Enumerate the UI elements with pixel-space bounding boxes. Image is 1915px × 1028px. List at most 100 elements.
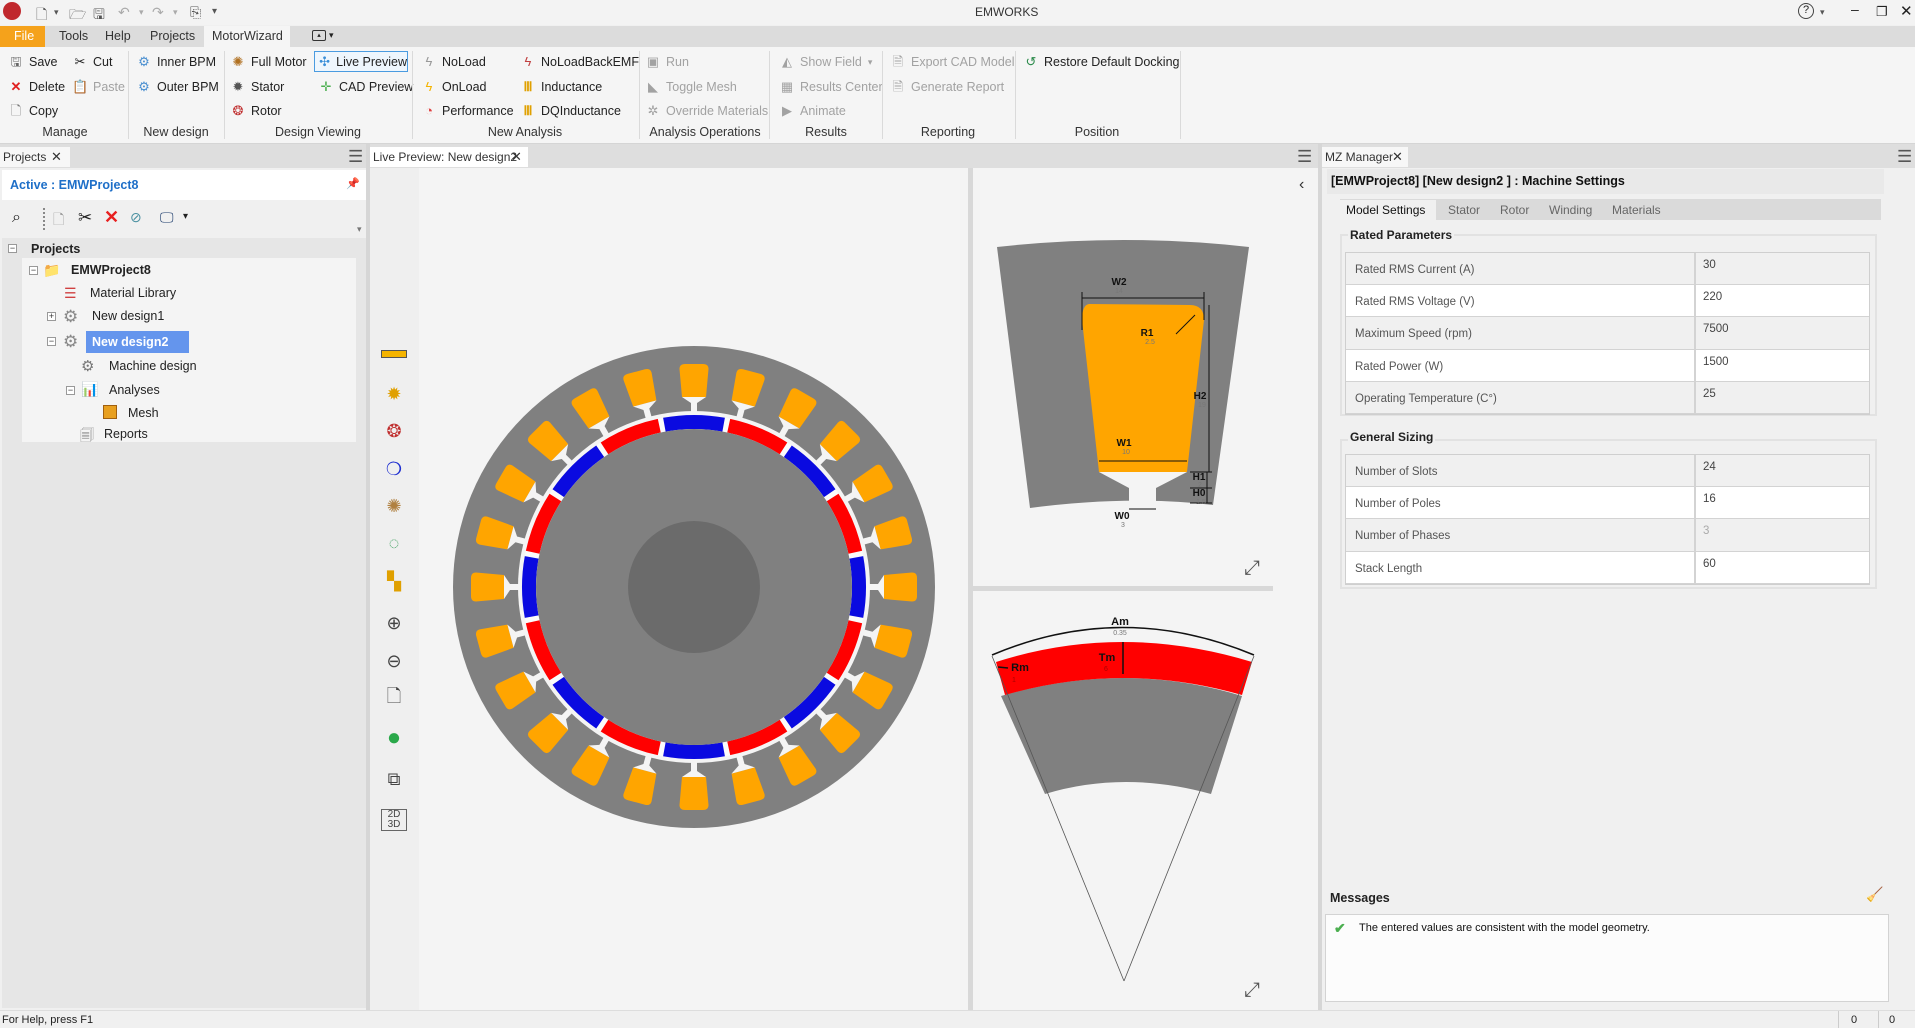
- tab-rotor[interactable]: Rotor: [1500, 200, 1529, 220]
- menu-help[interactable]: Help: [97, 26, 139, 47]
- max-speed-input[interactable]: 7500: [1696, 317, 1869, 348]
- tab-materials[interactable]: Materials: [1612, 200, 1661, 220]
- dim-am-value[interactable]: 0.35: [1113, 630, 1127, 637]
- help-dropdown-icon[interactable]: ▾: [1820, 7, 1825, 18]
- num-poles-input[interactable]: 16: [1696, 487, 1869, 518]
- animate-button[interactable]: ▶ Animate: [779, 102, 846, 120]
- minimize-icon[interactable]: –: [1851, 1, 1859, 17]
- tree-item-new-design2[interactable]: New design2: [86, 331, 189, 353]
- restore-icon[interactable]: ❐: [1876, 4, 1888, 20]
- menu-tools[interactable]: Tools: [51, 26, 96, 47]
- tree-item-mesh[interactable]: Mesh: [128, 406, 159, 420]
- maximize-view-icon[interactable]: ⤢: [1244, 557, 1260, 579]
- collapse-panel-icon[interactable]: ‹: [1299, 176, 1304, 193]
- dim-r1-value[interactable]: 2.5: [1145, 339, 1155, 346]
- dim-rm-value[interactable]: 1: [1012, 677, 1016, 684]
- rated-voltage-input[interactable]: 220: [1696, 285, 1869, 316]
- redo-dropdown-icon[interactable]: ▾: [173, 7, 178, 18]
- run-button[interactable]: ▣ Run: [645, 53, 689, 71]
- delete-button[interactable]: ✕ Delete: [8, 78, 66, 96]
- paste-button[interactable]: 📋 Paste: [72, 78, 125, 96]
- dim-w0-value[interactable]: 3: [1121, 522, 1125, 529]
- outer-bpm-button[interactable]: ⚙ Outer BPM: [136, 78, 219, 96]
- noload-backemf-button[interactable]: ϟ NoLoadBackEMF: [520, 53, 639, 71]
- tab-projects[interactable]: Projects ✕: [0, 147, 70, 167]
- rated-current-input[interactable]: 30: [1696, 253, 1869, 284]
- performance-button[interactable]: ◔ Performance: [421, 102, 514, 120]
- cut-icon[interactable]: ✂: [78, 208, 92, 228]
- stator-button[interactable]: ✹ Stator: [230, 78, 285, 96]
- menu-file[interactable]: File: [0, 26, 45, 47]
- dim-w1-value[interactable]: 10: [1122, 449, 1130, 456]
- monitor-dropdown-icon[interactable]: ▾: [183, 211, 188, 222]
- inner-bpm-button[interactable]: ⚙ Inner BPM: [136, 53, 216, 71]
- rated-power-input[interactable]: 1500: [1696, 350, 1869, 381]
- menu-motorwizard[interactable]: MotorWizard: [204, 26, 290, 47]
- tab-stator[interactable]: Stator: [1448, 200, 1480, 220]
- tree-item-new-design1[interactable]: New design1: [92, 309, 164, 323]
- cad-preview-button[interactable]: ✛ CAD Preview: [318, 78, 414, 96]
- new-file-icon[interactable]: 🗋: [36, 4, 47, 28]
- collapse-icon[interactable]: −: [47, 337, 56, 346]
- tree-item-emwproject8[interactable]: EMWProject8: [71, 263, 151, 277]
- toolbar-overflow-icon[interactable]: ▾: [357, 224, 362, 235]
- dim-tm-value[interactable]: 6: [1104, 666, 1108, 673]
- dim-h2-value[interactable]: 19: [1198, 402, 1206, 409]
- dim-w2-value[interactable]: 14: [1115, 288, 1123, 295]
- copy-icon[interactable]: 🗋: [53, 209, 64, 233]
- preview-menu-icon[interactable]: ☰: [1297, 148, 1312, 165]
- view-splitter-horizontal[interactable]: [973, 586, 1273, 591]
- tree-item-projects[interactable]: Projects: [31, 242, 80, 256]
- delete-icon[interactable]: ✕: [104, 207, 119, 228]
- close-icon[interactable]: ✕: [511, 147, 522, 167]
- onload-button[interactable]: ϟ OnLoad: [421, 78, 487, 96]
- panel-splitter[interactable]: [1318, 144, 1322, 1010]
- menu-projects[interactable]: Projects: [142, 26, 203, 47]
- expand-icon[interactable]: +: [47, 312, 56, 321]
- tree-item-analyses[interactable]: Analyses: [109, 383, 160, 397]
- copy-button[interactable]: 🗋 Copy: [8, 102, 58, 120]
- tab-model-settings[interactable]: Model Settings: [1340, 200, 1436, 220]
- close-icon[interactable]: ✕: [1392, 147, 1403, 167]
- inductance-button[interactable]: Ⅲ Inductance: [520, 78, 603, 96]
- generate-report-button[interactable]: 🗎 Generate Report: [890, 78, 1004, 96]
- undo-dropdown-icon[interactable]: ▾: [139, 7, 144, 18]
- dqinductance-button[interactable]: Ⅲ DQInductance: [520, 102, 621, 120]
- collapse-icon[interactable]: −: [29, 266, 38, 275]
- cut-button[interactable]: ✂ Cut: [72, 53, 113, 71]
- export-cad-button[interactable]: 🗎 Export CAD Model: [890, 53, 1015, 71]
- save-button[interactable]: 🖫 Save: [8, 53, 57, 71]
- tree-item-machine-design[interactable]: Machine design: [109, 359, 197, 373]
- save-disk-icon[interactable]: 🖫: [93, 4, 105, 28]
- tree-item-reports[interactable]: Reports: [104, 427, 148, 441]
- view-splitter-vertical[interactable]: [968, 168, 973, 1010]
- open-folder-icon[interactable]: 🗁: [69, 4, 86, 28]
- mz-menu-icon[interactable]: ☰: [1897, 148, 1912, 165]
- close-icon[interactable]: ✕: [51, 147, 62, 167]
- operating-temp-input[interactable]: 25: [1696, 382, 1869, 413]
- tree-item-material-library[interactable]: Material Library: [90, 286, 176, 300]
- ribbon-display-dropdown-icon[interactable]: ▾: [329, 30, 334, 41]
- monitor-icon[interactable]: 🖵: [160, 209, 174, 226]
- tab-winding[interactable]: Winding: [1549, 200, 1592, 220]
- tab-live-preview[interactable]: Live Preview: New design2 ✕: [370, 147, 528, 167]
- copy-clipboard-icon[interactable]: ⎘: [190, 4, 201, 21]
- toggle-mesh-button[interactable]: ◣ Toggle Mesh: [645, 78, 737, 96]
- close-icon[interactable]: ✕: [1900, 2, 1913, 20]
- pin-icon[interactable]: 📌: [346, 177, 360, 190]
- panel-menu-icon[interactable]: ☰: [348, 148, 363, 165]
- search-icon[interactable]: ⌕: [12, 209, 21, 227]
- undo-icon[interactable]: ↶: [118, 4, 130, 21]
- hide-icon[interactable]: ⊘: [130, 209, 142, 226]
- noload-button[interactable]: ϟ NoLoad: [421, 53, 486, 71]
- collapse-icon[interactable]: −: [8, 244, 17, 253]
- customize-qat-icon[interactable]: ▾: [212, 6, 217, 17]
- override-materials-button[interactable]: ✲ Override Materials: [645, 102, 769, 120]
- show-field-button[interactable]: ◭ Show Field ▾: [779, 53, 872, 71]
- stack-length-input[interactable]: 60: [1696, 552, 1869, 583]
- collapse-icon[interactable]: −: [66, 386, 75, 395]
- live-preview-button[interactable]: ✣ Live Preview: [314, 51, 408, 72]
- tab-mz-manager[interactable]: MZ Manager ✕: [1322, 147, 1408, 167]
- help-icon[interactable]: ?: [1798, 3, 1814, 19]
- dim-h0-value[interactable]: 1.5: [1196, 499, 1206, 506]
